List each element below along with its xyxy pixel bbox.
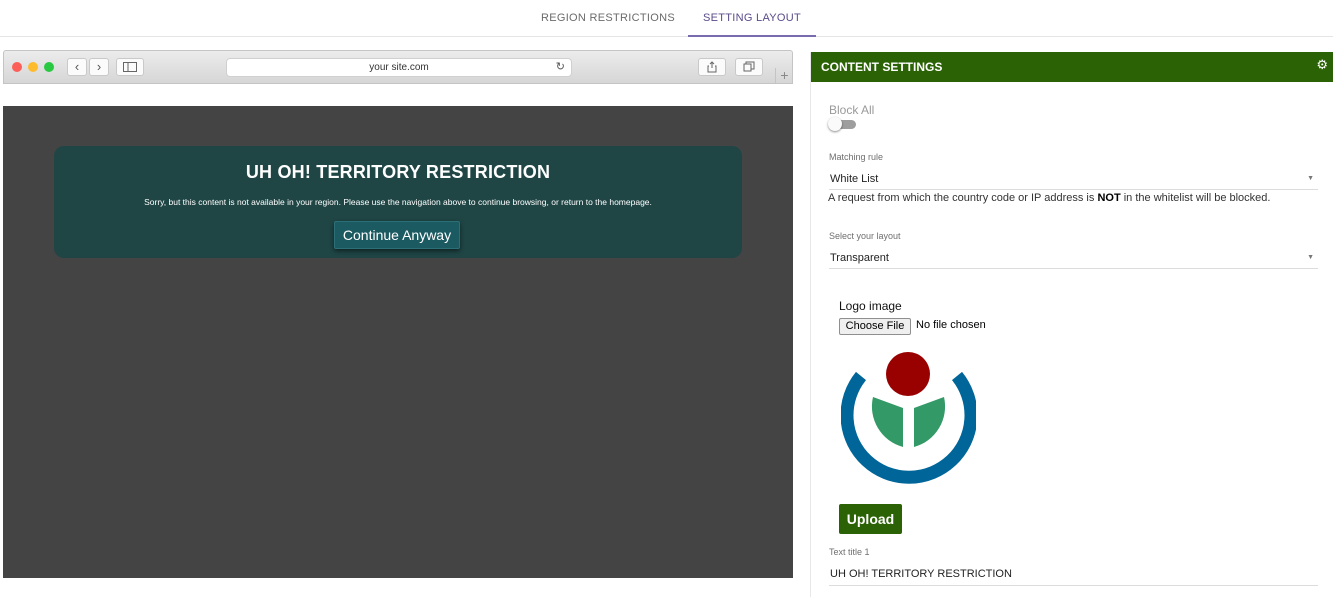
restriction-notice: UH OH! TERRITORY RESTRICTION Sorry, but … bbox=[54, 146, 742, 258]
tabs-overview-icon[interactable] bbox=[735, 58, 763, 76]
maximize-dot-icon bbox=[44, 62, 54, 72]
close-dot-icon bbox=[12, 62, 22, 72]
logo-image-label: Logo image bbox=[839, 299, 902, 313]
matching-rule-label: Matching rule bbox=[829, 152, 884, 162]
continue-anyway-button[interactable]: Continue Anyway bbox=[334, 221, 460, 249]
browser-preview: ‹ › your site.com ↻ + UH OH! TERRITORY R… bbox=[3, 50, 793, 578]
chevron-down-icon: ▼ bbox=[1307, 254, 1314, 261]
tab-setting-layout[interactable]: SETTING LAYOUT bbox=[688, 0, 816, 37]
notice-message: Sorry, but this content is not available… bbox=[144, 197, 652, 207]
sidebar-toggle-icon[interactable] bbox=[116, 58, 144, 76]
hint-bold: NOT bbox=[1097, 192, 1121, 204]
toggle-knob bbox=[828, 117, 842, 131]
minimize-dot-icon bbox=[28, 62, 38, 72]
content-settings-panel: CONTENT SETTINGS ⚙ Block All Matching ru… bbox=[810, 52, 1333, 597]
back-icon[interactable]: ‹ bbox=[67, 58, 87, 76]
file-status-text: No file chosen bbox=[916, 319, 986, 331]
url-bar[interactable]: your site.com ↻ bbox=[226, 58, 572, 77]
block-all-label: Block All bbox=[829, 103, 875, 117]
reload-icon[interactable]: ↻ bbox=[556, 59, 565, 76]
gear-icon[interactable]: ⚙ bbox=[1316, 52, 1328, 78]
layout-label: Select your layout bbox=[829, 231, 901, 241]
browser-toolbar: ‹ › your site.com ↻ + bbox=[3, 50, 793, 84]
text-title-label: Text title 1 bbox=[829, 547, 870, 557]
matching-rule-value: White List bbox=[830, 173, 879, 185]
chevron-down-icon: ▼ bbox=[1307, 175, 1314, 182]
layout-select[interactable]: Transparent ▼ bbox=[829, 247, 1318, 269]
hint-prefix: A request from which the country code or… bbox=[828, 192, 1098, 204]
hint-suffix: in the whitelist will be blocked. bbox=[1120, 192, 1271, 204]
layout-value: Transparent bbox=[830, 252, 889, 264]
tab-bar: REGION RESTRICTIONS SETTING LAYOUT bbox=[0, 0, 1333, 37]
notice-title: UH OH! TERRITORY RESTRICTION bbox=[245, 162, 551, 182]
matching-rule-hint: A request from which the country code or… bbox=[828, 192, 1270, 204]
block-all-toggle[interactable] bbox=[828, 117, 856, 131]
url-text: your site.com bbox=[369, 62, 429, 73]
site-viewport: UH OH! TERRITORY RESTRICTION Sorry, but … bbox=[3, 106, 793, 578]
new-tab-icon[interactable]: + bbox=[775, 68, 793, 84]
panel-title: CONTENT SETTINGS bbox=[821, 60, 943, 74]
choose-file-button[interactable]: Choose File bbox=[839, 318, 911, 335]
matching-rule-select[interactable]: White List ▼ bbox=[829, 168, 1318, 190]
text-title-input[interactable]: UH OH! TERRITORY RESTRICTION bbox=[829, 562, 1318, 586]
upload-button[interactable]: Upload bbox=[839, 504, 902, 534]
panel-header: CONTENT SETTINGS ⚙ bbox=[811, 52, 1333, 82]
forward-icon[interactable]: › bbox=[89, 58, 109, 76]
tab-region-restrictions[interactable]: REGION RESTRICTIONS bbox=[532, 0, 684, 37]
share-icon[interactable] bbox=[698, 58, 726, 76]
logo-preview-image bbox=[841, 352, 976, 484]
